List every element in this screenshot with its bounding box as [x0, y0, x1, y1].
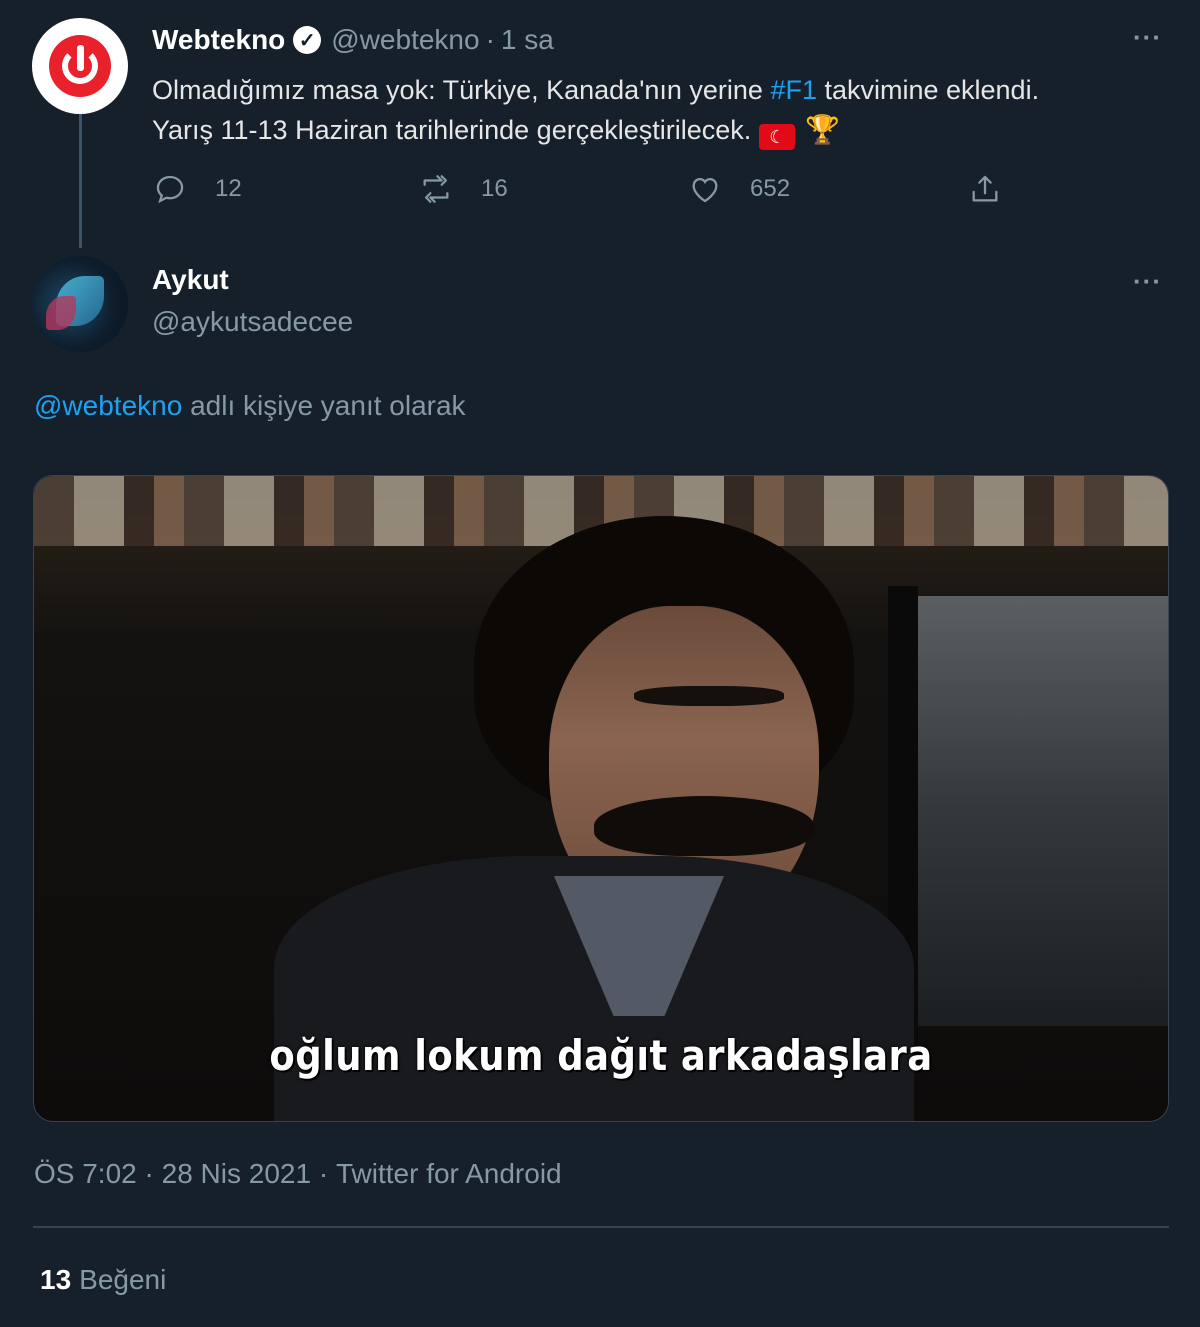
turkey-flag-icon: ☾ — [759, 124, 796, 150]
heart-icon — [692, 177, 718, 203]
retweet-button[interactable]: 16 — [419, 172, 508, 206]
power-logo-icon — [49, 35, 111, 97]
likes-summary[interactable]: 13 Beğeni — [40, 1264, 166, 1296]
hashtag-link[interactable]: #F1 — [770, 75, 817, 105]
share-button[interactable] — [968, 172, 1030, 206]
author-name[interactable]: Webtekno — [152, 24, 285, 56]
media-caption: oğlum lokum dağıt arkadaşlara — [269, 1031, 933, 1080]
tweet-text-part2: takvimine eklendi. — [816, 75, 1040, 105]
meta-separator-1: · — [136, 1158, 162, 1189]
webtekno-avatar[interactable] — [32, 18, 128, 114]
reply-more-options-icon[interactable]: ··· — [1133, 266, 1162, 297]
header-separator: · — [485, 24, 495, 55]
like-button[interactable]: 652 — [688, 172, 790, 206]
reply-author-name[interactable]: Aykut — [152, 264, 229, 296]
tweet-actions: 12 16 652 — [0, 172, 1200, 212]
tweet-text: Olmadığımız masa yok: Türkiye, Kanada'nı… — [152, 70, 1162, 150]
tweet-media-image[interactable]: oğlum lokum dağıt arkadaşlara — [33, 475, 1169, 1122]
reply-icon — [156, 175, 184, 204]
tweet-time[interactable]: 1 sa — [501, 24, 554, 56]
retweet-icon — [423, 175, 449, 203]
tweet-date[interactable]: 28 Nis 2021 — [162, 1158, 311, 1190]
tweet-text-part1: Olmadığımız masa yok: Türkiye, Kanada'nı… — [152, 75, 771, 105]
aykut-avatar[interactable] — [32, 256, 128, 352]
parent-tweet-header: Webtekno ✓ @webtekno · 1 sa — [152, 22, 554, 58]
tweet-source[interactable]: Twitter for Android — [336, 1158, 562, 1190]
verified-badge-icon: ✓ — [293, 26, 322, 54]
tweet-text-line2: Yarış 11-13 Haziran tarihlerinde gerçekl… — [152, 115, 752, 145]
media-scene — [34, 476, 1168, 1121]
reply-author-handle[interactable]: @aykutsadecee — [152, 306, 353, 338]
retweet-count: 16 — [481, 175, 508, 202]
replying-to: @webtekno adlı kişiye yanıt olarak — [34, 390, 466, 422]
tweet-metadata: ÖS 7:02 · 28 Nis 2021 · Twitter for Andr… — [34, 1158, 562, 1190]
divider — [33, 1226, 1169, 1228]
replying-to-mention[interactable]: @webtekno — [34, 390, 182, 421]
more-options-icon[interactable]: ··· — [1133, 22, 1162, 53]
likes-label: Beğeni — [79, 1264, 167, 1295]
reply-button[interactable]: 12 — [153, 172, 242, 206]
reply-count: 12 — [215, 175, 242, 202]
replying-to-text: adlı kişiye yanıt olarak — [182, 390, 466, 421]
like-count: 652 — [750, 175, 791, 202]
tweet-time-detail[interactable]: ÖS 7:02 — [34, 1158, 137, 1190]
share-icon — [972, 175, 998, 202]
author-handle[interactable]: @webtekno — [331, 24, 479, 56]
parent-tweet[interactable]: Webtekno ✓ @webtekno · 1 sa ··· Olmadığı… — [0, 0, 1200, 248]
meta-separator-2: · — [311, 1158, 336, 1189]
likes-count: 13 — [40, 1264, 72, 1295]
trophy-icon: 🏆 — [805, 114, 841, 145]
